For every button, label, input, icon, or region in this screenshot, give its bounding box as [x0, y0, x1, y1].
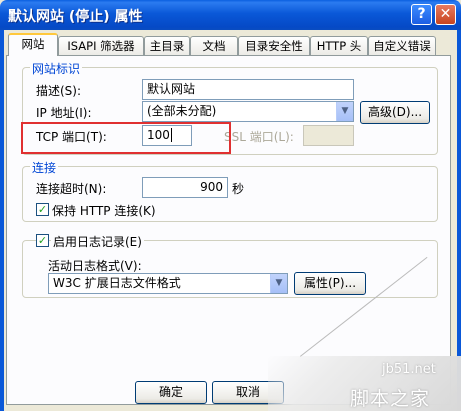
- ip-address-select[interactable]: (全部未分配) ▼: [142, 101, 354, 122]
- help-button[interactable]: ?: [411, 4, 432, 25]
- window-title: 默认网站 (停止) 属性: [8, 9, 143, 25]
- timeout-unit-label: 秒: [232, 182, 245, 196]
- watermark-brand: 脚本之家: [350, 388, 431, 410]
- log-properties-button[interactable]: 属性(P)...: [294, 272, 366, 295]
- keep-alive-label: 保持 HTTP 连接(K): [52, 204, 156, 218]
- watermark-site: jb51.net: [382, 362, 436, 377]
- close-button[interactable]: ✕: [435, 4, 456, 25]
- log-format-label: 活动日志格式(V):: [48, 259, 142, 273]
- tab-custom-errors[interactable]: 自定义错误: [368, 36, 436, 55]
- window-frame-right: [457, 30, 461, 411]
- ip-address-label: IP 地址(I):: [36, 106, 92, 120]
- advanced-button[interactable]: 高级(D)...: [360, 101, 430, 124]
- connections-legend: 连接: [30, 159, 59, 176]
- tab-directory-security[interactable]: 目录安全性: [238, 36, 310, 55]
- chevron-down-icon[interactable]: ▼: [270, 274, 287, 293]
- enable-logging-label: 启用日志记录(E): [51, 233, 144, 250]
- log-format-value: W3C 扩展日志文件格式: [53, 276, 181, 290]
- ip-address-value: (全部未分配): [147, 104, 217, 118]
- keep-alive-checkbox[interactable]: ✓: [36, 203, 49, 216]
- ok-button[interactable]: 确定: [135, 381, 207, 404]
- tcp-port-highlight: [21, 122, 231, 154]
- site-identity-legend: 网站标识: [30, 60, 83, 77]
- connection-timeout-label: 连接超时(N):: [36, 182, 107, 196]
- log-format-select[interactable]: W3C 扩展日志文件格式 ▼: [48, 273, 288, 294]
- tab-documents[interactable]: 文档: [190, 36, 238, 55]
- tab-home-directory[interactable]: 主目录: [144, 36, 190, 55]
- enable-logging-checkbox[interactable]: ✓: [36, 234, 49, 247]
- description-label: 描述(S):: [36, 84, 82, 98]
- ssl-port-label: SSL 端口(L):: [224, 130, 294, 144]
- tab-website[interactable]: 网站: [8, 33, 58, 56]
- ssl-port-input[interactable]: [303, 125, 354, 146]
- tab-http-headers[interactable]: HTTP 头: [310, 36, 368, 55]
- connection-timeout-input[interactable]: 900: [142, 177, 228, 198]
- description-input[interactable]: 默认网站: [142, 79, 354, 100]
- window-frame-left: [0, 30, 4, 411]
- chevron-down-icon[interactable]: ▼: [336, 102, 353, 121]
- tab-isapi-filters[interactable]: ISAPI 筛选器: [58, 36, 144, 55]
